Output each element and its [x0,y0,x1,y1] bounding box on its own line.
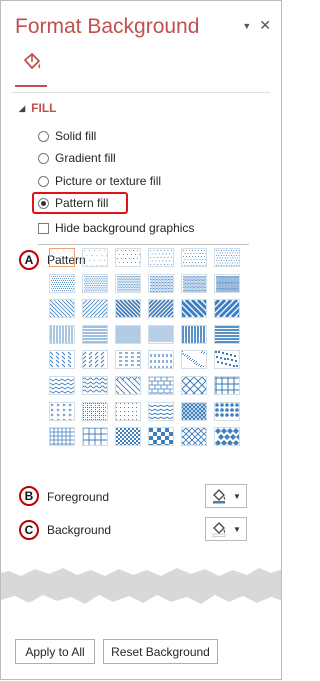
pattern-swatch-dsh-vert[interactable] [148,350,174,370]
pattern-swatch-solid-diamond[interactable] [214,427,242,447]
pattern-swatch-nrvert[interactable] [115,324,141,344]
picture-fill-label: Picture or texture fill [55,174,162,188]
pattern-swatch-zigzag[interactable] [49,376,75,395]
pattern-fill-highlight [32,192,128,214]
pattern-swatch-trellis[interactable] [144,401,240,421]
format-background-pane: Format Background ▼ ✕ ◢ FILL Solid fill … [0,0,282,680]
background-label: Background [47,523,112,537]
picture-fill-radio[interactable] [38,175,49,187]
option-hide-graphics[interactable]: Hide background graphics [38,221,194,235]
pattern-swatch-wddiag-up[interactable] [176,299,257,319]
callout-badge-b: B [19,486,39,506]
pattern-swatch-dots50[interactable] [49,273,75,293]
gradient-fill-radio[interactable] [38,152,49,164]
pattern-swatch-dots40[interactable] [214,248,240,267]
pattern-swatch-dkvert[interactable] [181,324,207,344]
option-picture-fill[interactable]: Picture or texture fill [38,174,161,188]
pattern-swatch-sm-checker[interactable] [115,427,141,447]
callout-badge-a: A [19,250,39,270]
option-gradient-fill[interactable]: Gradient fill [38,151,116,165]
pane-controls: ▼ ✕ [242,17,271,34]
callout-badge-c: C [19,520,39,540]
pattern-swatch-lg-checker[interactable] [148,427,174,449]
background-color-button[interactable]: ▼ [205,517,247,541]
pattern-swatch-dots30[interactable] [181,248,207,267]
pattern-swatch-lg-confetti[interactable] [214,350,240,370]
pattern-swatch-sm-grid[interactable] [49,427,75,447]
gradient-fill-label: Gradient fill [55,151,116,165]
fill-section-label: FILL [31,101,57,115]
pattern-swatch-wddiag-dn[interactable] [160,299,241,319]
reset-background-button[interactable]: Reset Background [103,639,218,664]
pattern-swatch-dots10[interactable] [82,248,108,267]
pattern-swatch-lg-grid[interactable] [82,427,108,447]
pattern-swatch-dsh-horz[interactable] [115,350,141,370]
apply-to-all-button[interactable]: Apply to All [15,639,95,664]
paint-bucket-icon [212,522,226,537]
pattern-swatch-dots60[interactable] [82,273,108,293]
divider [38,244,249,245]
torn-edge-separator [1,549,281,621]
pattern-swatch-divot[interactable] [49,401,75,421]
chevron-down-icon: ▼ [233,524,241,534]
pattern-swatch-ltdiag-up[interactable] [45,299,124,319]
close-icon[interactable]: ✕ [259,17,271,34]
option-solid-fill[interactable]: Solid fill [38,129,96,143]
pattern-swatch-dots80[interactable] [181,273,207,293]
pattern-swatch-dsh-dn[interactable] [49,350,75,370]
pattern-swatch-sm-confetti[interactable] [181,350,207,370]
foreground-color-button[interactable]: ▼ [205,484,247,508]
pattern-swatch-lthorz[interactable] [82,324,108,344]
pattern-swatch-shingle[interactable] [148,401,174,421]
pattern-swatch-ltdiag-dn[interactable] [29,299,108,319]
collapse-triangle-icon: ◢ [19,103,26,113]
pane-menu-icon[interactable]: ▼ [242,21,251,31]
pattern-swatch-dots25[interactable] [148,248,174,267]
pattern-swatch-dkhorz[interactable] [214,324,240,344]
hide-graphics-label: Hide background graphics [55,221,195,235]
pattern-swatch-dsh-up[interactable] [82,350,108,370]
solid-fill-label: Solid fill [55,129,97,143]
solid-fill-radio[interactable] [38,130,49,142]
pattern-swatch-dot-grid[interactable] [82,401,108,421]
pattern-swatch-dots70[interactable] [115,273,141,293]
fill-tab[interactable] [21,51,43,73]
pattern-swatch-dots05[interactable] [49,248,75,267]
pattern-swatch-horz-brick[interactable] [148,376,174,397]
pattern-swatch-dots75[interactable] [148,273,174,293]
pattern-swatch-diag-brick[interactable] [95,376,174,395]
fill-section-header[interactable]: ◢ FILL [19,101,56,115]
paint-bucket-icon [213,489,226,504]
chevron-down-icon: ▼ [233,491,241,501]
pattern-swatch-dot-diamond[interactable] [115,401,141,421]
pattern-swatch-outl-diamond[interactable] [144,427,240,447]
tab-active-indicator [15,85,47,87]
pane-title: Format Background [15,15,200,38]
pattern-swatch-dkdiag-dn[interactable] [95,299,174,319]
pattern-swatch-dots90[interactable] [214,273,240,293]
hide-graphics-checkbox[interactable] [38,222,49,234]
paint-bucket-icon [24,53,41,69]
pattern-swatch-wave[interactable] [82,376,108,395]
divider [11,92,270,93]
pattern-swatch-dkdiag-up[interactable] [111,299,190,319]
foreground-label: Foreground [47,490,110,504]
pattern-swatch-weave[interactable] [181,376,207,398]
pattern-swatch-dots20[interactable] [115,248,141,267]
pattern-swatch-nrhorz[interactable] [148,324,174,344]
pattern-swatch-sphere[interactable] [214,401,240,421]
pattern-swatch-plaid[interactable] [214,376,240,395]
pattern-swatch-ltvert[interactable] [49,324,75,344]
